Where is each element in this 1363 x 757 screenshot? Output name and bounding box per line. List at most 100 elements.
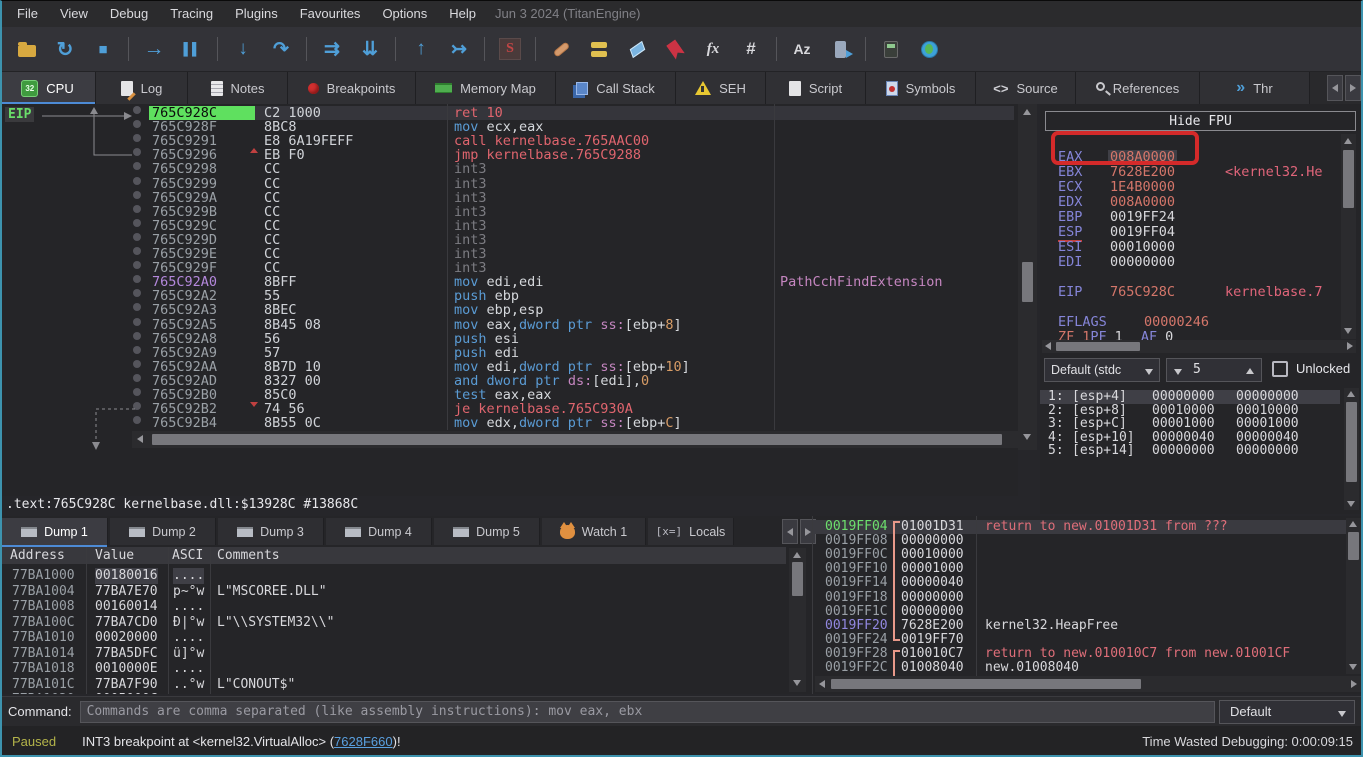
registers-vertical-scrollbar[interactable]	[1341, 134, 1356, 339]
register-row[interactable]: EDI00000000	[1040, 255, 1361, 270]
value-cell[interactable]: 77BA5DFC	[95, 646, 158, 662]
argument-row[interactable]: 2:[esp+8]0001000000010000	[1040, 404, 1340, 418]
disasm-row[interactable]: 765C929FCCint3	[2, 261, 1018, 275]
patches-icon[interactable]	[544, 33, 578, 65]
spin-up-icon[interactable]	[1246, 368, 1254, 374]
tab-scroll-left-button[interactable]	[1327, 75, 1343, 101]
disasm-row[interactable]: 765C929CCCint3	[2, 219, 1018, 233]
tab-locals[interactable]: [x=]Locals	[648, 518, 734, 545]
run-to-user-code-icon[interactable]: ↣	[442, 33, 476, 65]
globe-icon[interactable]	[912, 33, 946, 65]
step-over-icon[interactable]: ↷	[264, 33, 298, 65]
labels-icon[interactable]	[620, 33, 654, 65]
register-row[interactable]: EBP0019FF24	[1040, 210, 1361, 225]
stack-row[interactable]: 0019FF1800000000	[813, 591, 1361, 605]
disasm-row[interactable]: 765C929DCCint3	[2, 233, 1018, 247]
dump-row[interactable]: 77BA101000020000....	[0, 630, 786, 646]
register-row[interactable]: EIP765C928Ckernelbase.7	[1040, 285, 1361, 300]
trace-over-icon[interactable]: ⇊	[353, 33, 387, 65]
az-icon[interactable]: Az	[785, 33, 819, 65]
value-cell[interactable]: 77BA7F90	[95, 677, 158, 693]
value-cell[interactable]: 0010000E	[95, 661, 158, 677]
disasm-row[interactable]: 765C92A856push esi	[2, 332, 1018, 346]
column-header-address[interactable]: Address	[10, 547, 65, 564]
pause-icon[interactable]: ▌▌	[175, 33, 209, 65]
argument-row[interactable]: 5:[esp+14]0000000000000000	[1040, 444, 1340, 458]
disassembly-pane[interactable]: EIP 765C928CC2 1000ret 10765C928F8BC8mov…	[2, 104, 1018, 496]
calling-convention-dropdown[interactable]: Default (stdc	[1044, 358, 1160, 382]
stack-row[interactable]: 0019FF0C00010000	[813, 548, 1361, 562]
disasm-row[interactable]: 765C92A957push edi	[2, 346, 1018, 360]
value-cell[interactable]: 00180016	[95, 568, 158, 584]
dump-pane[interactable]: Address Value ASCI Comments 77BA10000018…	[0, 547, 786, 694]
value-cell[interactable]: 00010000	[901, 548, 964, 562]
execute-till-return-icon[interactable]: ↑	[404, 33, 438, 65]
menu-item-file[interactable]: File	[6, 2, 49, 25]
attach-icon[interactable]	[823, 33, 857, 65]
disasm-vertical-scrollbar[interactable]	[1018, 104, 1037, 450]
register-row[interactable]: EFLAGS00000246	[1040, 315, 1361, 330]
comments-icon[interactable]	[582, 33, 616, 65]
menu-item-favourites[interactable]: Favourites	[289, 2, 372, 25]
disasm-horizontal-scrollbar[interactable]	[132, 431, 1018, 448]
menu-item-plugins[interactable]: Plugins	[224, 2, 289, 25]
tab-dump-1[interactable]: Dump 1	[2, 518, 108, 545]
register-value[interactable]: 00010000	[1110, 240, 1175, 255]
restart-icon[interactable]: ↻	[48, 33, 82, 65]
tab-dump-4[interactable]: Dump 4	[326, 518, 432, 545]
stack-vertical-scrollbar[interactable]	[1346, 518, 1361, 674]
register-value[interactable]: 008A0000	[1110, 195, 1175, 210]
close-icon[interactable]: ■	[86, 33, 120, 65]
argument-row[interactable]: 4:[esp+10]0000004000000040	[1040, 431, 1340, 445]
registers-pane[interactable]: Hide FPU EAX008A0000EBX7628E200<kernel32…	[1040, 104, 1361, 514]
register-value[interactable]: 7628E200	[1110, 165, 1175, 180]
hide-fpu-button[interactable]: Hide FPU	[1045, 111, 1356, 131]
disasm-row[interactable]: 765C928F8BC8mov ecx,eax	[2, 120, 1018, 134]
tab-call-stack[interactable]: Call Stack	[556, 72, 676, 104]
register-value[interactable]: 765C928C	[1110, 285, 1175, 300]
disasm-row[interactable]: 765C92A38BECmov ebp,esp	[2, 303, 1018, 317]
value-cell[interactable]: 00000000	[901, 534, 964, 548]
tab-references[interactable]: References	[1076, 72, 1200, 104]
disasm-row[interactable]: 765C92B085C0test eax,eax	[2, 388, 1018, 402]
menu-item-view[interactable]: View	[49, 2, 99, 25]
disasm-row[interactable]: 765C929BCCint3	[2, 205, 1018, 219]
args-vertical-scrollbar[interactable]	[1344, 388, 1359, 510]
value-cell[interactable]: 00000000	[901, 591, 964, 605]
value-cell[interactable]: 00000000	[901, 605, 964, 619]
open-folder-icon[interactable]	[10, 33, 44, 65]
tab-memory-map[interactable]: Memory Map	[416, 72, 556, 104]
functions-icon[interactable]: fx	[696, 33, 730, 65]
calculator-icon[interactable]	[874, 33, 908, 65]
run-icon[interactable]: →	[137, 33, 171, 65]
value-cell[interactable]: 00000040	[901, 576, 964, 590]
tab-scroll-right-button[interactable]	[1345, 75, 1361, 101]
tab-script[interactable]: Script	[766, 72, 866, 104]
disasm-row[interactable]: 765C92A58B45 08mov eax,dword ptr ss:[ebp…	[2, 318, 1018, 332]
hash-icon[interactable]: #	[734, 33, 768, 65]
disasm-row[interactable]: 765C929ECCint3	[2, 247, 1018, 261]
stack-horizontal-scrollbar[interactable]	[815, 676, 1361, 692]
register-row[interactable]: EBX7628E200<kernel32.He	[1040, 165, 1361, 180]
tab-cpu[interactable]: 32CPU	[0, 72, 96, 104]
stack-row[interactable]: 0019FF2C01008040new.01008040	[813, 661, 1361, 675]
menu-item-debug[interactable]: Debug	[99, 2, 159, 25]
tab-notes[interactable]: Notes	[188, 72, 288, 104]
column-header-ascii[interactable]: ASCI	[172, 547, 203, 564]
disasm-row[interactable]: 765C92B48B55 0Cmov edx,dword ptr ss:[ebp…	[2, 416, 1018, 430]
value-cell[interactable]: 77BA7CD0	[95, 615, 158, 631]
disasm-row[interactable]: 765C92A255push ebp	[2, 289, 1018, 303]
disasm-row[interactable]: 765C92AD8327 00and dword ptr ds:[edi],0	[2, 374, 1018, 388]
column-header-comments[interactable]: Comments	[217, 547, 280, 564]
register-value[interactable]: 0019FF24	[1110, 210, 1175, 225]
tab-breakpoints[interactable]: Breakpoints	[288, 72, 416, 104]
column-divider[interactable]	[976, 516, 977, 676]
tab-dump-3[interactable]: Dump 3	[218, 518, 324, 545]
register-row[interactable]: EDX008A0000	[1040, 195, 1361, 210]
dump-row[interactable]: 77BA100000180016....	[0, 568, 786, 584]
tab-dump-5[interactable]: Dump 5	[434, 518, 540, 545]
value-cell[interactable]: 00020000	[95, 630, 158, 646]
stack-row[interactable]: 0019FF1400000040	[813, 576, 1361, 590]
command-input[interactable]	[80, 701, 1215, 723]
value-cell[interactable]: 7628E200	[901, 619, 964, 633]
